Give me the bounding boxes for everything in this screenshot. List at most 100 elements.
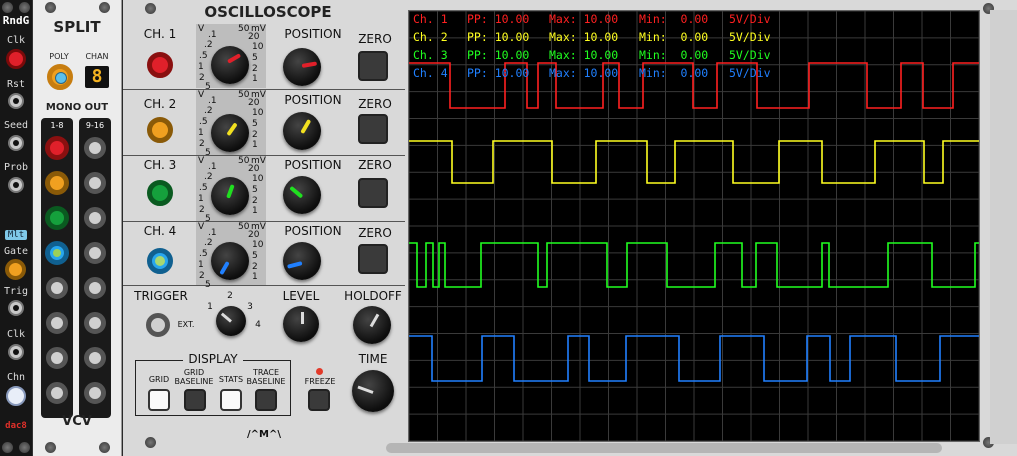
knob-indicator [369, 313, 380, 328]
ch3-zero-button[interactable] [358, 178, 388, 208]
input-label-prob: Prob [3, 162, 29, 173]
grid-baseline-button[interactable] [184, 389, 206, 411]
holdoff-label: HOLDOFF [344, 289, 402, 303]
mono-output-jack-16[interactable] [84, 382, 106, 404]
screw-icon [99, 2, 110, 13]
volt-scale-tick: .5 [199, 183, 208, 193]
freeze-button[interactable] [308, 389, 330, 411]
chan-label: CHAN [85, 52, 109, 61]
grid-button[interactable] [148, 389, 170, 411]
ch1-zero-button[interactable] [358, 51, 388, 81]
stat-min: Min: 0.00 [639, 66, 709, 80]
stat-pp: PP: 10.00 [467, 12, 530, 26]
screw-icon [2, 2, 13, 13]
mv-scale-tick: 10 [252, 174, 264, 184]
rst-input-jack[interactable] [8, 93, 24, 109]
ext-trigger-jack[interactable] [146, 313, 170, 337]
mono-output-jack-3[interactable] [45, 206, 69, 230]
ch3-input-jack[interactable] [147, 180, 173, 206]
mv-scale-tick: 5 [252, 53, 258, 63]
ch1-scale-knob[interactable] [211, 46, 249, 84]
volt-scale-tick: 5 [205, 214, 211, 224]
knob-indicator [220, 312, 232, 323]
ch2-zero-button[interactable] [358, 114, 388, 144]
ch4-input-jack[interactable] [147, 248, 173, 274]
ch1-input-jack[interactable] [147, 52, 173, 78]
level-knob[interactable] [283, 306, 319, 342]
ch2-scale-knob[interactable] [211, 114, 249, 152]
volt-scale-tick: 1 [198, 62, 204, 72]
mono-output-jack-12[interactable] [84, 242, 106, 264]
bank-1-8 [41, 118, 73, 418]
ch3-scale-knob[interactable] [211, 177, 249, 215]
mono-output-jack-8[interactable] [46, 382, 68, 404]
mono-output-jack-14[interactable] [84, 312, 106, 334]
mono-output-jack-1[interactable] [45, 136, 69, 160]
chn-knob[interactable] [6, 386, 26, 406]
channel-label: CH. 4 [143, 224, 177, 238]
stat-channel: Ch. 2 [413, 30, 448, 44]
volt-scale-tick: 5 [205, 148, 211, 158]
volt-scale-tick: .2 [204, 40, 213, 50]
mono-output-jack-4[interactable] [45, 241, 69, 265]
trace-baseline-button[interactable] [255, 389, 277, 411]
ch4-position-knob[interactable] [283, 242, 321, 280]
clk-input-jack[interactable] [6, 49, 26, 69]
poly-input-jack[interactable] [47, 64, 73, 90]
mono-output-jack-13[interactable] [84, 277, 106, 299]
holdoff-knob[interactable] [353, 306, 391, 344]
mv-scale-tick: 20 [248, 98, 260, 108]
vcv-brand: VCV [62, 414, 92, 429]
zero-label: ZERO [358, 32, 392, 46]
mono-output-jack-6[interactable] [46, 312, 68, 334]
mono-output-jack-10[interactable] [84, 172, 106, 194]
freeze-led [316, 368, 323, 375]
mono-output-jack-9[interactable] [84, 137, 106, 159]
trig-output-jack[interactable] [8, 300, 24, 316]
mono-output-jack-11[interactable] [84, 207, 106, 229]
display-label: DISPLAY [183, 352, 243, 366]
stat-min: Min: 0.00 [639, 48, 709, 62]
ch4-zero-button[interactable] [358, 244, 388, 274]
gate-output-jack[interactable] [5, 259, 26, 280]
mv-scale-tick: 20 [248, 164, 260, 174]
ch2-position-knob[interactable] [283, 112, 321, 150]
mono-output-jack-5[interactable] [46, 277, 68, 299]
stats-button[interactable] [220, 389, 242, 411]
trigger-tick-4: 4 [255, 320, 261, 330]
time-knob[interactable] [352, 370, 394, 412]
trigger-label: TRIGGER [134, 289, 188, 303]
position-label: POSITION [284, 27, 342, 41]
volt-scale-tick: 2 [199, 73, 205, 83]
clk-output-jack[interactable] [8, 344, 24, 360]
screw-icon [145, 437, 156, 448]
stat-max: Max: 10.00 [549, 66, 619, 80]
knob-indicator [301, 61, 318, 68]
screw-icon [99, 442, 110, 453]
ch2-input-jack[interactable] [147, 117, 173, 143]
ch4-scale-knob[interactable] [211, 242, 249, 280]
ch1-position-knob[interactable] [283, 48, 321, 86]
volt-scale-tick: 1 [198, 260, 204, 270]
mono-output-jack-7[interactable] [46, 347, 68, 369]
stat-max: Max: 10.00 [549, 48, 619, 62]
knob-indicator [357, 385, 374, 394]
trigger-source-knob[interactable] [216, 306, 246, 336]
rndg-title: RndG [2, 14, 30, 27]
stat-div: 5V/Div [729, 48, 771, 62]
prob-input-jack[interactable] [8, 177, 24, 193]
mv-scale-tick: 10 [252, 240, 264, 250]
ch3-position-knob[interactable] [283, 176, 321, 214]
stat-pp: PP: 10.00 [467, 48, 530, 62]
time-label: TIME [358, 352, 388, 366]
jack-plug-icon [55, 72, 67, 84]
split-module: SPLIT POLY CHAN 8 MONO OUT 1-8 9-16 VCV [33, 0, 122, 456]
volt-scale-tick: .2 [204, 172, 213, 182]
mono-output-jack-2[interactable] [45, 171, 69, 195]
mono-output-jack-15[interactable] [84, 347, 106, 369]
volt-scale-tick: .1 [208, 30, 217, 40]
horizontal-scrollbar[interactable] [386, 443, 942, 453]
seed-input-jack[interactable] [8, 135, 24, 151]
volt-scale-tick: V [198, 90, 205, 100]
screw-icon [45, 442, 56, 453]
